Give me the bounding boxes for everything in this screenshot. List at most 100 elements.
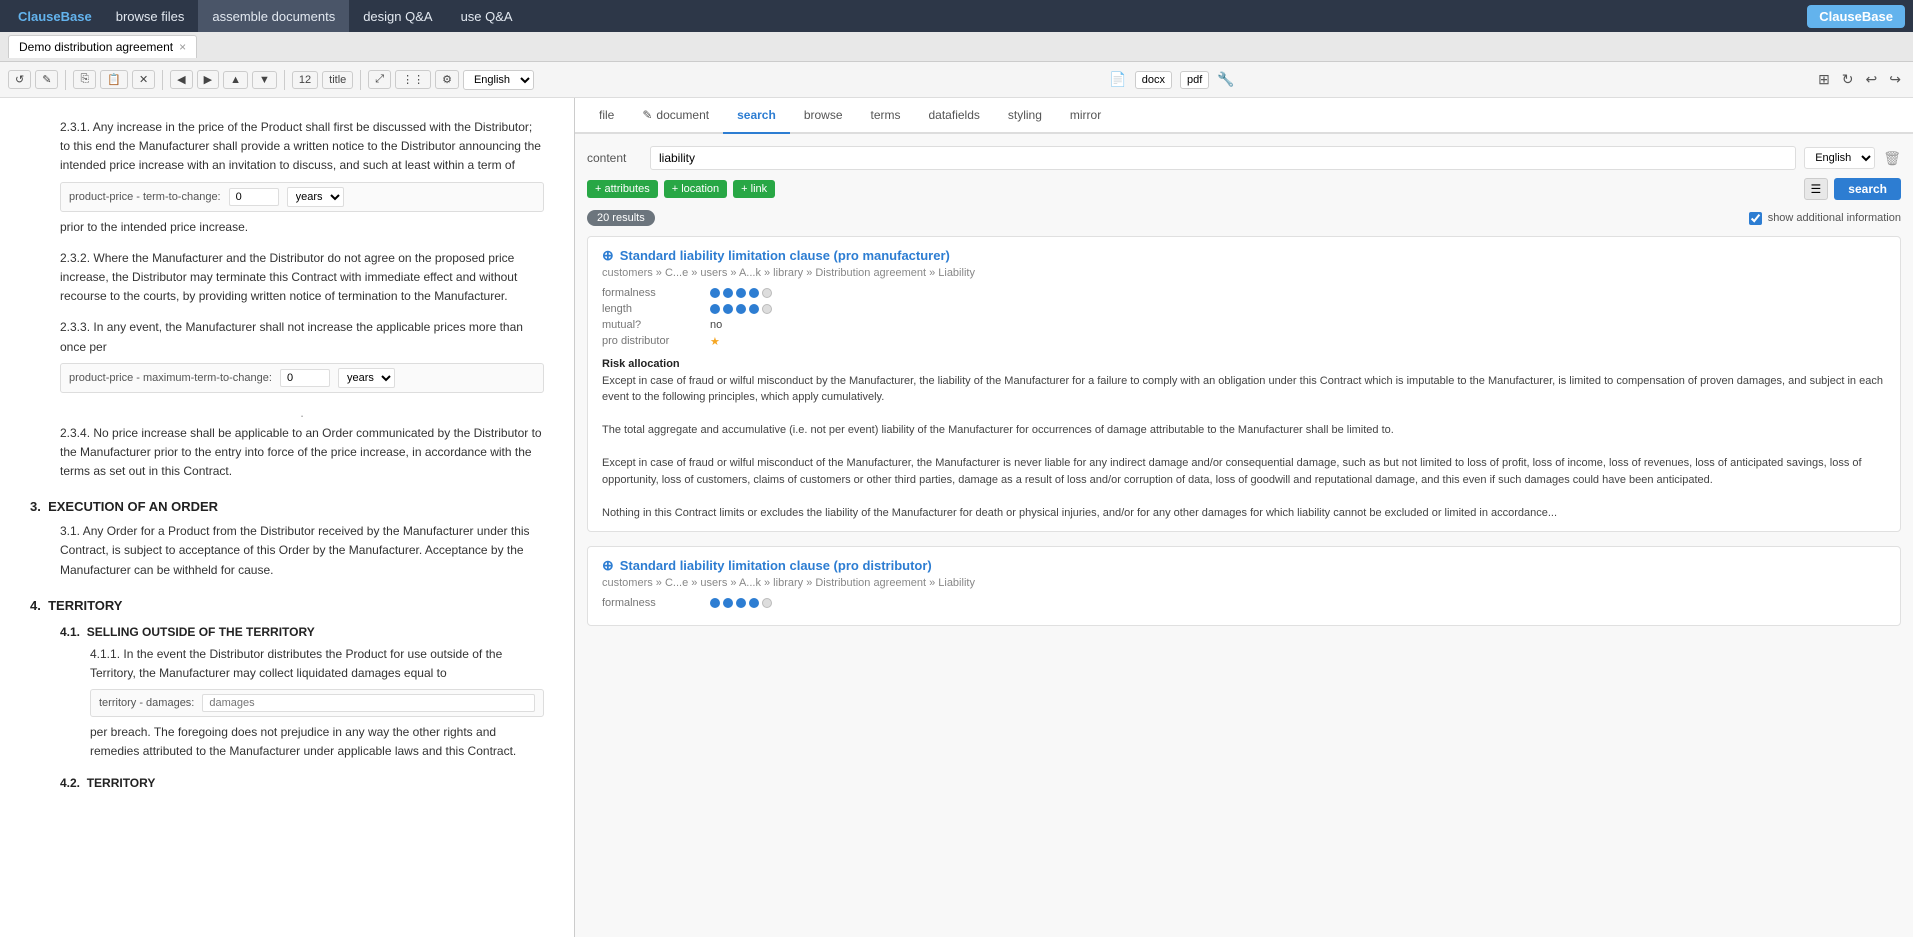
search-trash-icon[interactable]: 🗑 [1883, 150, 1901, 167]
tab-search[interactable]: search [723, 98, 790, 134]
toolbar-forward-btn[interactable]: ↪ [1885, 69, 1905, 90]
toolbar-edit-btn[interactable]: ✎ [35, 70, 58, 89]
toolbar-pdf-btn[interactable]: pdf [1180, 71, 1209, 89]
toolbar-paste-btn[interactable]: 📋 [100, 70, 128, 89]
doc-tab-close-btn[interactable]: × [179, 40, 186, 54]
show-additional-checkbox[interactable] [1749, 212, 1762, 225]
panel-tabs: file ✎document search browse terms dataf… [575, 98, 1913, 134]
toolbar-undo-btn[interactable]: ↺ [8, 70, 31, 89]
clause-2-3-2-number: 2.3.2. [60, 251, 90, 265]
section-4-1-title: SELLING OUTSIDE OF THE TERRITORY [87, 625, 315, 639]
tab-datafields[interactable]: datafields [915, 98, 994, 134]
result-2-title[interactable]: ⊕ Standard liability limitation clause (… [602, 557, 1886, 574]
toolbar-settings-btn[interactable]: ⚙ [435, 70, 459, 89]
len-dot-1 [710, 304, 720, 314]
toolbar-lang-select[interactable]: English [463, 70, 534, 90]
dot-5-empty [762, 288, 772, 298]
do-search-btn[interactable]: search [1834, 178, 1901, 200]
r2-dot-3 [736, 598, 746, 608]
search-lang-select[interactable]: English [1804, 147, 1875, 169]
section-3: 3. EXECUTION OF AN ORDER 3.1. Any Order … [30, 499, 544, 580]
dot-4 [749, 288, 759, 298]
nav-tab-use-qa[interactable]: use Q&A [447, 0, 527, 32]
results-count-badge: 20 results [587, 210, 655, 226]
tab-mirror[interactable]: mirror [1056, 98, 1115, 134]
clause-2-3-2: 2.3.2. Where the Manufacturer and the Di… [60, 249, 544, 307]
section-4-1-heading: 4.1. SELLING OUTSIDE OF THE TERRITORY [60, 625, 544, 639]
toolbar-next-btn[interactable]: ▶ [197, 70, 219, 89]
clause-4-1-1-cont: per breach. The foregoing does not preju… [90, 723, 544, 761]
result-1-mutual-label: mutual? [602, 319, 702, 331]
doc-tab-title: Demo distribution agreement [19, 40, 173, 54]
field-product-price-term: product-price - term-to-change: years [60, 182, 544, 212]
tab-document[interactable]: ✎document [628, 98, 723, 134]
result-1-title[interactable]: ⊕ Standard liability limitation clause (… [602, 247, 1886, 264]
toolbar-view-btn[interactable]: ⊞ [1814, 69, 1834, 90]
result-1-star-icon: ★ [710, 335, 1886, 348]
doc-tab-demo[interactable]: Demo distribution agreement × [8, 35, 197, 58]
field-product-price-max-term-unit[interactable]: years [338, 368, 395, 388]
tab-terms[interactable]: terms [857, 98, 915, 134]
field-product-price-term-input[interactable] [229, 188, 279, 206]
list-view-btn[interactable]: ☰ [1804, 178, 1829, 200]
toolbar-title-btn[interactable]: title [322, 71, 353, 89]
nav-tab-browse-files[interactable]: browse files [102, 0, 199, 32]
section-3-number: 3. [30, 499, 41, 514]
result-1-pro-distributor-label: pro distributor [602, 335, 702, 348]
clause-2-3-3-text: In any event, the Manufacturer shall not… [60, 320, 523, 353]
r2-dot-5-empty [762, 598, 772, 608]
toolbar-sep-4 [360, 70, 361, 90]
tab-styling[interactable]: styling [994, 98, 1056, 134]
result-1-breadcrumb: customers » C...e » users » A...k » libr… [602, 267, 1886, 279]
main-container: 2.3.1. Any increase in the price of the … [0, 98, 1913, 937]
filter-location-btn[interactable]: + location [664, 180, 727, 198]
clause-2-3-3: 2.3.3. In any event, the Manufacturer sh… [60, 318, 544, 392]
nav-brand-right: ClauseBase [1807, 5, 1905, 28]
field-product-price-term-unit[interactable]: years [287, 187, 344, 207]
toolbar-docx-btn[interactable]: docx [1135, 71, 1172, 89]
toolbar-copy-btn[interactable]: ⎘ [73, 70, 96, 89]
filter-link-btn[interactable]: + link [733, 180, 775, 198]
result-1-text: Risk allocation Except in case of fraud … [602, 356, 1886, 521]
section-4-1-number: 4.1. [60, 625, 80, 639]
tab-file[interactable]: file [585, 98, 628, 134]
toolbar-expand-btn[interactable]: ⤢ [368, 70, 391, 89]
clause-3-1-text: Any Order for a Product from the Distrib… [60, 524, 530, 576]
content-search-input[interactable] [650, 146, 1796, 170]
section-3-heading: 3. EXECUTION OF AN ORDER [30, 499, 544, 514]
toolbar-refresh-btn[interactable]: ↻ [1838, 69, 1858, 90]
clause-2-3-2-text: Where the Manufacturer and the Distribut… [60, 251, 517, 303]
toolbar-down-btn[interactable]: ▼ [252, 71, 277, 89]
r2-dot-1 [710, 598, 720, 608]
toolbar-up-btn[interactable]: ▲ [223, 71, 248, 89]
field-territory-damages-input[interactable] [202, 694, 535, 712]
len-dot-3 [736, 304, 746, 314]
field-product-price-max-term-input[interactable] [280, 369, 330, 387]
section-4-2-number: 4.2. [60, 776, 80, 790]
toolbar-back-btn[interactable]: ↩ [1862, 69, 1882, 90]
toolbar-num-btn[interactable]: 12 [292, 71, 318, 89]
section-4-number: 4. [30, 598, 41, 613]
toolbar: ↺ ✎ ⎘ 📋 ✕ ◀ ▶ ▲ ▼ 12 title ⤢ ⋮⋮ ⚙ Englis… [0, 62, 1913, 98]
nav-tab-assemble-documents[interactable]: assemble documents [198, 0, 349, 32]
section-4-title: TERRITORY [48, 598, 122, 613]
nav-tab-design-qa[interactable]: design Q&A [349, 0, 446, 32]
section-4-heading: 4. TERRITORY [30, 598, 544, 613]
field-territory-damages: territory - damages: [90, 689, 544, 717]
result-1-para-1: Except in case of fraud or wilful miscon… [602, 375, 1883, 404]
toolbar-columns-btn[interactable]: ⋮⋮ [395, 70, 431, 89]
toolbar-delete-btn[interactable]: ✕ [132, 70, 155, 89]
section-4-2: 4.2. TERRITORY [60, 776, 544, 790]
clause-separator: . [60, 405, 544, 420]
toolbar-prev-btn[interactable]: ◀ [170, 70, 192, 89]
section-4-2-heading: 4.2. TERRITORY [60, 776, 544, 790]
clause-4-1-1-text: In the event the Distributor distributes… [90, 647, 502, 680]
result-1-risk-label: Risk allocation [602, 358, 680, 370]
clause-2-3-4: 2.3.4. No price increase shall be applic… [60, 424, 544, 482]
section-4-2-title: TERRITORY [87, 776, 156, 790]
tab-browse[interactable]: browse [790, 98, 857, 134]
result-1-formalness-dots [710, 287, 1886, 299]
filter-attributes-btn[interactable]: + attributes [587, 180, 658, 198]
result-1-formalness-label: formalness [602, 287, 702, 299]
dot-3 [736, 288, 746, 298]
